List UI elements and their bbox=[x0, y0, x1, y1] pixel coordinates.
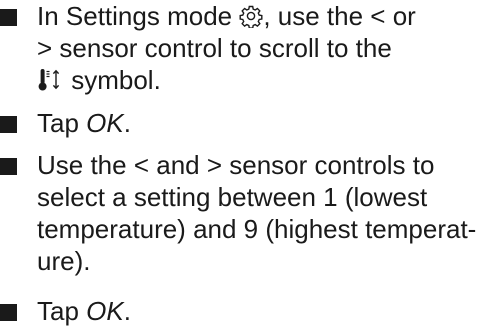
square-bullet-icon bbox=[0, 158, 17, 175]
step-line: In Settings mode , use the < or bbox=[37, 1, 416, 31]
square-bullet-icon bbox=[0, 9, 17, 26]
ok-label: OK bbox=[86, 108, 124, 138]
step-line: ure). bbox=[37, 246, 91, 276]
square-bullet-icon bbox=[0, 304, 17, 321]
step-text: Use the < and > sensor controls to selec… bbox=[37, 149, 492, 277]
step-line: Tap OK. bbox=[37, 296, 131, 326]
step-line: Tap OK. bbox=[37, 108, 131, 138]
step-line: > sensor control to scroll to the bbox=[37, 33, 392, 63]
square-bullet-icon bbox=[0, 116, 17, 133]
gear-icon bbox=[239, 4, 263, 29]
step-line: Use the < and > sensor controls to bbox=[37, 150, 435, 180]
step-text: Tap OK. bbox=[37, 295, 492, 327]
thermometer-arrows-icon bbox=[37, 67, 63, 93]
step-line: symbol. bbox=[37, 64, 492, 96]
step-line: select a setting between 1 (lowest bbox=[37, 182, 428, 212]
step-line: temperature) and 9 (highest temperat- bbox=[37, 214, 477, 244]
ok-label: OK bbox=[86, 296, 124, 326]
step-text: Tap OK. bbox=[37, 107, 492, 139]
step-text: In Settings mode , use the < or > sensor… bbox=[37, 0, 492, 96]
